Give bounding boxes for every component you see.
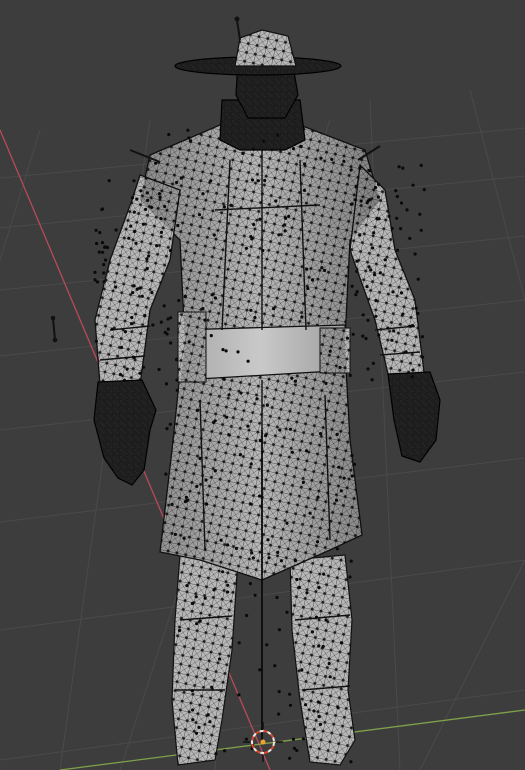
right-hand[interactable] [387, 371, 441, 463]
character-mesh[interactable] [93, 16, 441, 766]
3d-viewport[interactable] [0, 0, 525, 770]
hat-antenna-tip [234, 16, 240, 22]
3d-cursor-icon[interactable] [243, 722, 283, 762]
light-empty-icon[interactable] [50, 315, 58, 343]
mesh-shading [140, 125, 380, 580]
viewport-canvas[interactable] [0, 0, 525, 770]
hat-crown[interactable] [234, 29, 297, 67]
left-hand[interactable] [93, 379, 157, 486]
hat-antenna [236, 19, 241, 41]
